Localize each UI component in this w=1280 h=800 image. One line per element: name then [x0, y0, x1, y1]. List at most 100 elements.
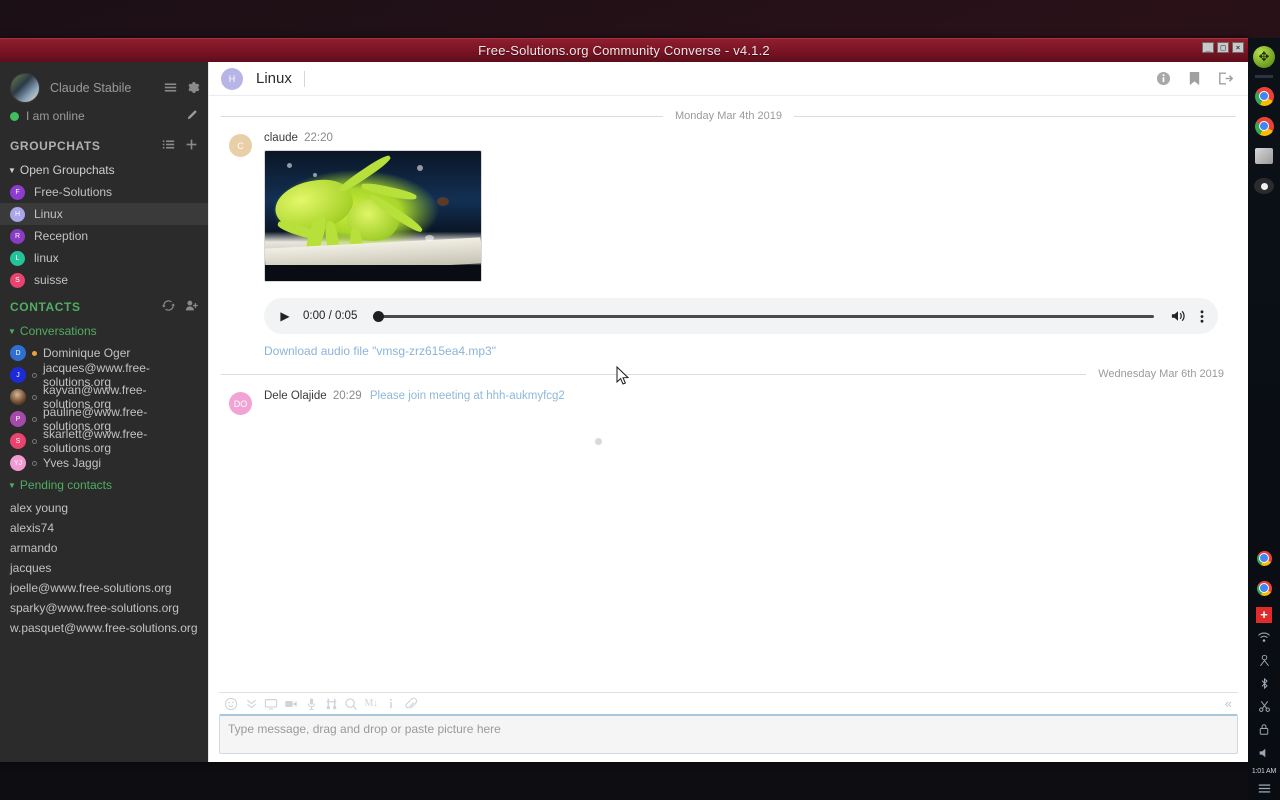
- contact-item[interactable]: YJ Yves Jaggi: [0, 452, 208, 474]
- pending-contact-item[interactable]: alexis74: [0, 516, 208, 536]
- presence-indicator: [32, 372, 37, 378]
- sidebar-room-suisse[interactable]: Ssuisse: [0, 269, 208, 291]
- emoji-icon[interactable]: [221, 694, 241, 714]
- attachment-icon[interactable]: [401, 694, 421, 714]
- user-account-icon[interactable]: [1252, 651, 1276, 670]
- markdown-icon[interactable]: M↓: [361, 694, 381, 714]
- pencil-icon[interactable]: [186, 109, 198, 124]
- sidebar-room-linux[interactable]: H Linux: [0, 203, 208, 225]
- presence-indicator: [32, 460, 37, 466]
- pending-contact-item[interactable]: w.pasquet@www.free-solutions.org: [0, 616, 208, 636]
- message-input[interactable]: Type message, drag and drop or paste pic…: [219, 714, 1238, 754]
- files-icon[interactable]: [1252, 144, 1276, 168]
- avatar[interactable]: [10, 73, 40, 103]
- avatar: DO: [229, 392, 252, 415]
- wifi-icon[interactable]: [1252, 628, 1276, 647]
- status-dot-online: [10, 111, 19, 121]
- status-row[interactable]: I am online: [0, 108, 208, 130]
- chrome-icon-1[interactable]: [1252, 84, 1276, 108]
- bookmark-icon[interactable]: [1188, 71, 1201, 86]
- pending-contact-item[interactable]: alex young: [0, 496, 208, 516]
- volume-icon[interactable]: [1170, 309, 1186, 323]
- profile-row: Claude Stabile: [0, 62, 208, 108]
- pending-contact-item[interactable]: jacques: [0, 556, 208, 576]
- message-body[interactable]: Please join meeting at hhh-aukmyfcg2: [370, 390, 565, 402]
- play-button[interactable]: ▶: [276, 309, 294, 323]
- collapse-toolbar-icon[interactable]: «: [1225, 696, 1236, 711]
- system-clock[interactable]: 1:01 AM: [1252, 768, 1276, 775]
- sidebar-room-linux[interactable]: Llinux: [0, 247, 208, 269]
- chrome-tray-icon-1[interactable]: [1252, 546, 1276, 570]
- info-icon[interactable]: [1156, 71, 1171, 86]
- chevron-down-icon: ▼: [8, 480, 16, 490]
- sidebar-room-reception[interactable]: R Reception: [0, 225, 208, 247]
- gear-icon[interactable]: [187, 81, 200, 96]
- media-player-icon[interactable]: [1252, 174, 1276, 198]
- audio-progress-slider[interactable]: [373, 309, 1154, 323]
- sidebar-room-label: Linux: [34, 207, 63, 221]
- tuning-fork-icon[interactable]: [321, 694, 341, 714]
- bluetooth-icon[interactable]: [1252, 674, 1276, 693]
- pending-contact-item[interactable]: armando: [0, 536, 208, 556]
- sidebar-room-label: Free-Solutions: [34, 185, 113, 199]
- video-camera-icon[interactable]: [281, 694, 301, 714]
- groupchats-list: F Free-Solutions H Linux R Reception Llinux Ssu…: [0, 181, 208, 291]
- message-meta: Dele Olajide 20:29 Please join meeting a…: [264, 390, 1236, 402]
- lock-icon[interactable]: [1252, 720, 1276, 739]
- info-icon[interactable]: [381, 694, 401, 714]
- add-person-icon[interactable]: [185, 299, 198, 314]
- avatar: C: [229, 134, 252, 157]
- system-menu-icon[interactable]: [1252, 779, 1276, 798]
- plus-icon[interactable]: [185, 138, 198, 153]
- profile-name: Claude Stabile: [50, 81, 132, 95]
- chevron-double-down-icon[interactable]: [241, 694, 261, 714]
- leave-room-icon[interactable]: [1218, 71, 1234, 86]
- sidebar-room-label: Reception: [34, 229, 89, 243]
- kebab-menu-icon[interactable]: [1200, 309, 1204, 324]
- message-image[interactable]: [264, 150, 482, 282]
- pending-contact-item[interactable]: joelle@www.free-solutions.org: [0, 576, 208, 596]
- dock-divider: [1255, 75, 1273, 78]
- conversations-toggle[interactable]: ▼ Conversations: [0, 320, 208, 342]
- hamburger-menu-icon[interactable]: [164, 81, 177, 96]
- room-avatar: H: [221, 67, 243, 90]
- download-audio-link[interactable]: Download audio file "vmsg-zrz615ea4.mp3": [264, 344, 1236, 358]
- scissors-icon[interactable]: [1252, 697, 1276, 716]
- message-meta: claude 22:20: [264, 132, 1236, 144]
- sidebar: Claude Stabile I am online GROUPCHATS ▼ …: [0, 62, 208, 762]
- minimize-button[interactable]: _: [1202, 42, 1214, 53]
- window-controls: _ □ ×: [1202, 42, 1244, 53]
- search-icon[interactable]: [341, 694, 361, 714]
- microphone-icon[interactable]: [301, 694, 321, 714]
- message-time: 22:20: [304, 132, 333, 144]
- refresh-icon[interactable]: [162, 299, 175, 314]
- audio-player[interactable]: ▶ 0:00 / 0:05: [264, 298, 1218, 334]
- open-groupchats-toggle[interactable]: ▼ Open Groupchats: [0, 159, 208, 181]
- sidebar-room-label: suisse: [34, 273, 69, 287]
- ubuntu-launcher-icon[interactable]: ✥: [1252, 45, 1276, 69]
- swiss-flag-icon[interactable]: +: [1252, 605, 1276, 624]
- pending-contact-item[interactable]: sparky@www.free-solutions.org: [0, 596, 208, 616]
- chrome-tray-icon-2[interactable]: [1252, 576, 1276, 600]
- avatar: F: [10, 184, 25, 200]
- profile-actions: [164, 81, 200, 96]
- desktop-bottom-strip: [0, 762, 1248, 800]
- message-list[interactable]: Monday Mar 4th 2019 C claude 22:20 ▶ 0:0…: [209, 96, 1248, 692]
- list-icon[interactable]: [162, 138, 175, 153]
- maximize-button[interactable]: □: [1217, 42, 1229, 53]
- pending-contacts-toggle[interactable]: ▼ Pending contacts: [0, 474, 208, 496]
- composer-area: M↓ « Type message, drag and drop or past…: [209, 692, 1248, 762]
- volume-icon[interactable]: [1252, 743, 1276, 762]
- chevron-down-icon: ▼: [8, 165, 16, 175]
- message-item: C claude 22:20 ▶ 0:00 / 0:05 Download au…: [229, 132, 1236, 358]
- sidebar-room-free-solutions[interactable]: F Free-Solutions: [0, 181, 208, 203]
- app-body: Claude Stabile I am online GROUPCHATS ▼ …: [0, 62, 1248, 762]
- audio-time: 0:00 / 0:05: [303, 310, 358, 322]
- avatar: H: [10, 206, 25, 222]
- close-button[interactable]: ×: [1232, 42, 1244, 53]
- presence-indicator: [32, 416, 37, 422]
- screen-share-icon[interactable]: [261, 694, 281, 714]
- composer-toolbar: M↓ «: [219, 692, 1238, 714]
- chrome-icon-2[interactable]: [1252, 114, 1276, 138]
- contact-item[interactable]: Sskarlett@www.free-solutions.org: [0, 427, 208, 455]
